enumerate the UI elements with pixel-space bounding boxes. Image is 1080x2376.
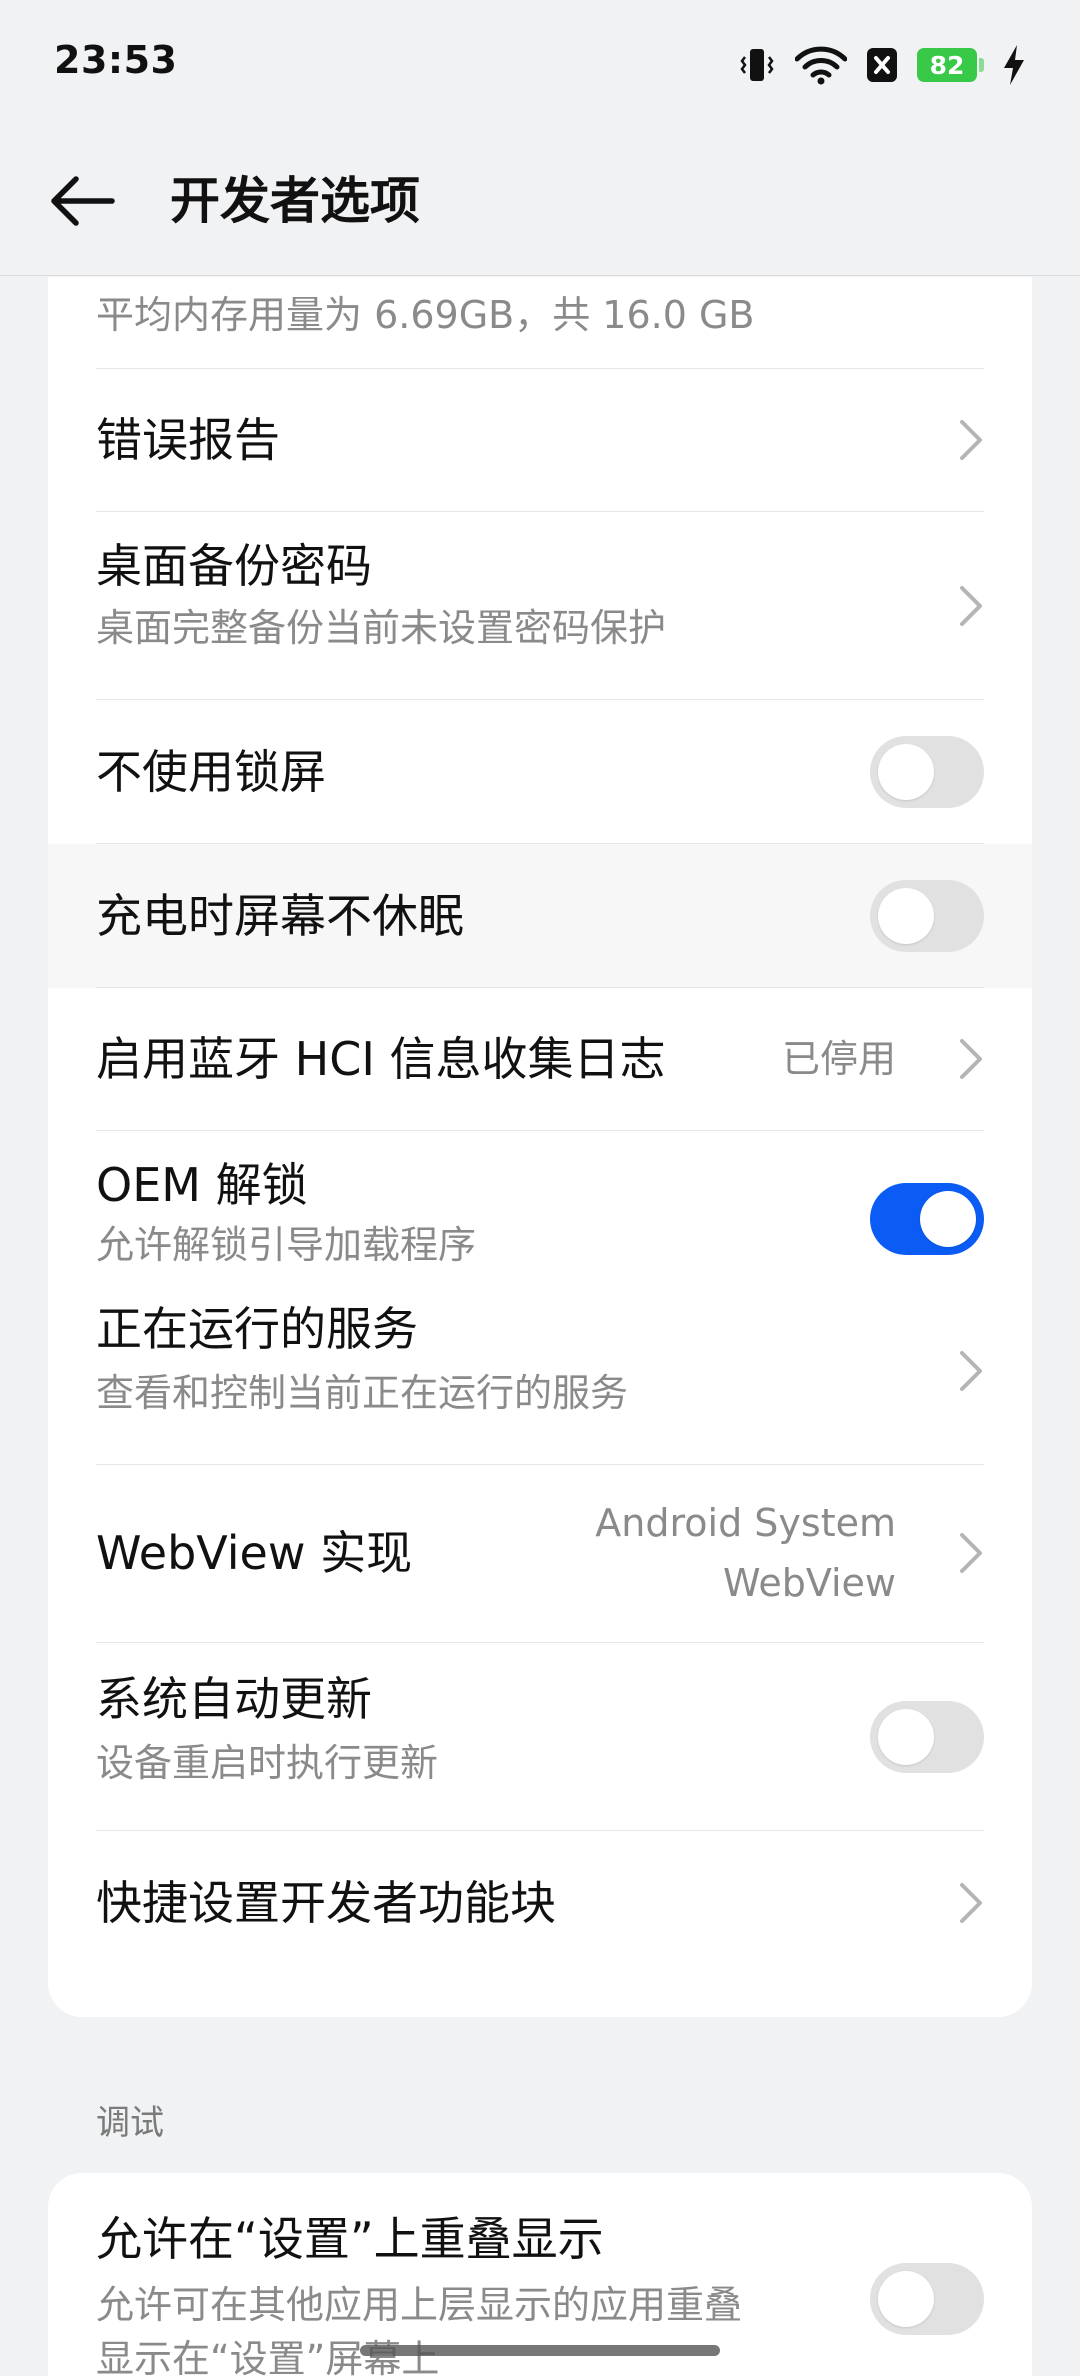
overlay-settings-subtitle-line1: 允许可在其他应用上层显示的应用重叠: [96, 2283, 743, 2327]
auto-system-update-subtitle: 设备重启时执行更新: [96, 1741, 439, 1785]
wifi-icon: [795, 46, 847, 85]
settings-list[interactable]: 平均内存用量为 6.69GB，共 16.0 GB 错误报告 桌面备份密码 桌面完…: [0, 277, 1080, 2376]
desktop-backup-password-row[interactable]: 桌面备份密码 桌面完整备份当前未设置密码保护: [48, 512, 1032, 700]
app-bar-divider: [0, 275, 1080, 276]
chevron-right-icon: [960, 1883, 982, 1923]
chevron-right-icon: [960, 1351, 982, 1391]
running-services-subtitle: 查看和控制当前正在运行的服务: [96, 1371, 629, 1415]
toggle-knob: [920, 1191, 976, 1247]
app-bar: 开发者选项: [0, 126, 1080, 276]
bug-report-label: 错误报告: [96, 413, 280, 467]
battery-tip: [979, 58, 984, 72]
battery-icon: 82: [917, 48, 984, 82]
bluetooth-hci-log-label: 启用蓝牙 HCI 信息收集日志: [96, 1032, 666, 1086]
running-services-row[interactable]: 正在运行的服务 查看和控制当前正在运行的服务: [48, 1277, 1032, 1465]
oem-unlock-label: OEM 解锁: [96, 1158, 308, 1212]
webview-implementation-value-line1: Android System: [595, 1501, 896, 1545]
running-services-label: 正在运行的服务: [96, 1302, 418, 1356]
no-lock-screen-toggle[interactable]: [870, 736, 984, 808]
overlay-settings-label: 允许在“设置”上重叠显示: [96, 2212, 604, 2266]
webview-implementation-row[interactable]: WebView 实现 Android System WebView: [48, 1465, 1032, 1643]
back-arrow-icon[interactable]: [46, 164, 120, 238]
status-icons: 82: [737, 40, 1026, 90]
bug-report-row[interactable]: 错误报告: [48, 369, 1032, 512]
bluetooth-hci-log-value: 已停用: [781, 1037, 896, 1081]
charging-icon: [1004, 45, 1024, 85]
memory-row[interactable]: 平均内存用量为 6.69GB，共 16.0 GB: [48, 277, 1032, 369]
no-lock-screen-row[interactable]: 不使用锁屏: [48, 700, 1032, 844]
stay-awake-toggle[interactable]: [870, 880, 984, 952]
toggle-knob: [878, 1709, 934, 1765]
status-time: 23:53: [54, 38, 178, 82]
page-title: 开发者选项: [170, 172, 420, 230]
vibrate-icon: [740, 49, 774, 81]
debug-section-label: 调试: [96, 2103, 164, 2143]
toggle-knob: [878, 2271, 934, 2327]
stay-awake-label: 充电时屏幕不休眠: [96, 889, 464, 943]
auto-system-update-row[interactable]: 系统自动更新 设备重启时执行更新: [48, 1643, 1032, 1831]
bluetooth-hci-log-row[interactable]: 启用蓝牙 HCI 信息收集日志 已停用: [48, 988, 1032, 1131]
status-bar: 23:53 82: [0, 0, 1080, 126]
chevron-right-icon: [960, 1039, 982, 1079]
battery-level: 82: [917, 48, 977, 82]
memory-usage-subtitle: 平均内存用量为 6.69GB，共 16.0 GB: [96, 293, 755, 337]
desktop-backup-password-subtitle: 桌面完整备份当前未设置密码保护: [96, 606, 667, 650]
oem-unlock-toggle[interactable]: [870, 1183, 984, 1255]
webview-implementation-label: WebView 实现: [96, 1526, 413, 1580]
quick-settings-tiles-row[interactable]: 快捷设置开发者功能块: [48, 1831, 1032, 1975]
developer-options-card-continued: 正在运行的服务 查看和控制当前正在运行的服务 WebView 实现 Androi…: [48, 1277, 1032, 2017]
auto-system-update-toggle[interactable]: [870, 1701, 984, 1773]
home-indicator[interactable]: [360, 2345, 720, 2356]
quick-settings-tiles-label: 快捷设置开发者功能块: [96, 1876, 556, 1930]
chevron-right-icon: [960, 420, 982, 460]
auto-system-update-label: 系统自动更新: [96, 1672, 372, 1726]
chevron-right-icon: [960, 1533, 982, 1573]
overlay-settings-toggle[interactable]: [870, 2263, 984, 2335]
toggle-knob: [878, 888, 934, 944]
webview-implementation-value-line2: WebView: [722, 1561, 896, 1605]
oem-unlock-subtitle: 允许解锁引导加载程序: [96, 1223, 477, 1267]
no-lock-screen-label: 不使用锁屏: [96, 745, 326, 799]
stay-awake-row[interactable]: 充电时屏幕不休眠: [48, 844, 1032, 988]
desktop-backup-password-label: 桌面备份密码: [96, 539, 372, 593]
developer-options-card: 平均内存用量为 6.69GB，共 16.0 GB 错误报告 桌面备份密码 桌面完…: [48, 277, 1032, 1307]
no-sim-icon: [867, 48, 897, 82]
chevron-right-icon: [960, 586, 982, 626]
toggle-knob: [878, 744, 934, 800]
